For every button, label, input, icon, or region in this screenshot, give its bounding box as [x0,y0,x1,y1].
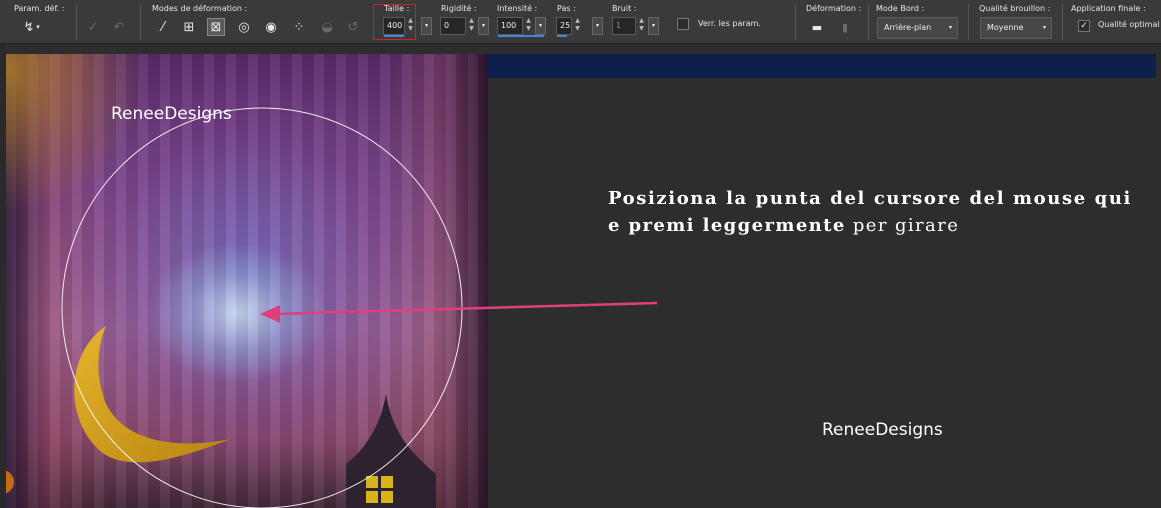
iron-out-icon[interactable]: ◒ [318,18,336,36]
canvas-artwork [6,326,436,508]
twirl-right-icon[interactable]: ◎ [235,18,253,36]
step-label: Pas : [557,4,576,13]
chevron-down-icon: ▾ [1042,24,1046,31]
hardness-value: 0 [444,21,450,30]
strength-value: 100 [501,21,517,30]
instruction-line-1: Posiziona la punta del cursore del mouse… [608,188,1132,209]
noise-dropdown-button[interactable]: ▾ [648,17,659,35]
step-input[interactable]: 25 [556,17,572,37]
noise-label: Bruit : [612,4,637,13]
reset-icon[interactable]: ↶ [110,18,128,36]
chevron-down-icon: ▾ [948,24,952,31]
step-value: 25 [560,21,571,30]
size-highlight-box [373,4,416,40]
background-watermark: ReneeDesigns [822,420,943,440]
draft-quality-select[interactable]: Moyenne ▾ [980,17,1052,39]
noise-value: 1 [616,21,622,30]
hardness-input[interactable]: 0 [440,17,466,35]
presets-dropdown-icon[interactable]: ▾ [34,18,42,36]
final-label: Application finale : [1071,4,1146,13]
draft-quality-label: Qualité brouillon : [979,4,1051,13]
checkmark-icon[interactable]: ✓ [84,18,102,36]
presets-label: Param. déf. : [14,4,65,13]
push-mode-icon[interactable]: ⁄ [154,18,172,36]
noise-spinner[interactable]: ▲ ▼ [637,17,646,35]
instruction-rest: per girare [845,215,960,236]
house-roof [346,394,436,508]
canvas-watermark: ReneeDesigns [111,104,232,124]
final-quality-label: Qualité optimal [1098,20,1160,29]
twirl-left-icon[interactable]: ◉ [262,18,280,36]
strength-spinner[interactable]: ▲ ▼ [524,17,533,35]
unwarp-icon[interactable]: ↺ [344,18,362,36]
deformation-label: Déformation : [806,4,862,13]
edge-mode-value: Arrière-plan [884,23,932,32]
edge-mode-select[interactable]: Arrière-plan ▾ [877,17,958,39]
size-dropdown-button[interactable]: ▾ [421,17,432,35]
expand-mode-icon[interactable]: ⊞ [180,18,198,36]
canvas-background-band [488,54,1156,78]
hardness-spinner[interactable]: ▲ ▼ [467,17,476,35]
orange-orb [6,470,14,494]
modes-label: Modes de déformation : [152,4,248,13]
lock-params-label: Verr. les param. [698,19,761,28]
contract-mode-icon[interactable]: ⊠ [207,18,225,36]
step-spinner[interactable]: ▲ ▼ [573,17,582,35]
strength-dropdown-button[interactable]: ▾ [535,17,546,35]
draft-quality-value: Moyenne [987,23,1024,32]
warp-brush-toolbar: Param. déf. : ↯ ▾ ✓ ↶ Modes de déformati… [0,0,1161,44]
hardness-label: Rigidité : [441,4,477,13]
edge-mode-label: Mode Bord : [876,4,925,13]
strength-label: Intensité : [497,4,538,13]
instruction-line-2: e premi leggermente per girare [608,215,959,236]
folder-icon[interactable]: ▬ [808,18,826,36]
noise-mode-icon[interactable]: ⁘ [290,18,308,36]
noise-input[interactable]: 1 [612,17,636,35]
lock-params-checkbox[interactable] [677,18,689,30]
crescent-moon [74,326,231,463]
hardness-dropdown-button[interactable]: ▾ [478,17,489,35]
save-icon[interactable]: ▮ [836,18,854,36]
instruction-bold: e premi leggermente [608,215,846,236]
step-dropdown-button[interactable]: ▾ [592,17,603,35]
strength-input[interactable]: 100 [497,17,544,37]
final-quality-checkbox[interactable]: ✓ [1078,20,1090,32]
image-canvas[interactable] [6,54,488,508]
